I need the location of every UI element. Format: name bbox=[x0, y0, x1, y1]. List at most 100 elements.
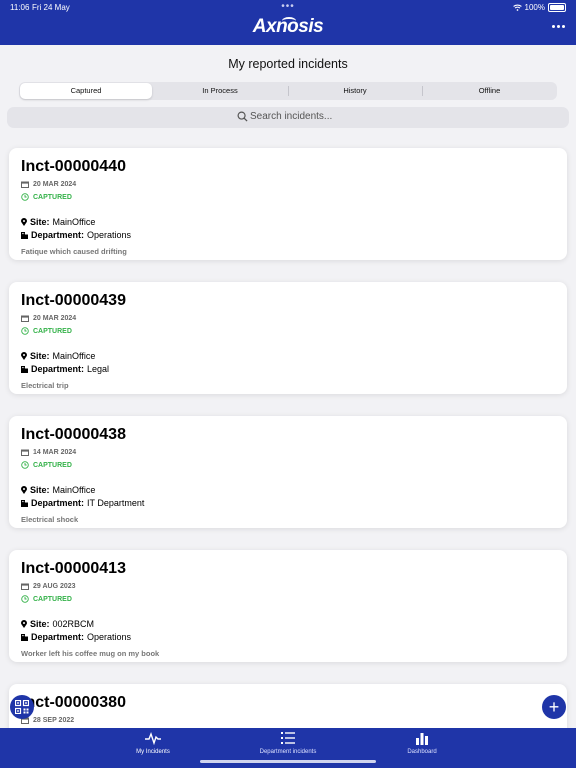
status-time: 11:06 bbox=[10, 3, 30, 12]
incident-site-row: Site: 002RBCM bbox=[21, 619, 94, 629]
incident-status-row: CAPTURED bbox=[21, 461, 72, 469]
incident-id: Inct-00000413 bbox=[21, 560, 126, 577]
incident-description: Worker left his coffee mug on my book bbox=[21, 649, 160, 658]
incident-status: CAPTURED bbox=[33, 193, 72, 201]
battery-percent: 100% bbox=[524, 3, 545, 12]
incident-date: 20 MAR 2024 bbox=[33, 181, 77, 188]
incident-id: Inct-00000439 bbox=[21, 292, 126, 309]
incident-date-row: 29 AUG 2023 bbox=[21, 583, 76, 590]
calendar-icon bbox=[21, 449, 29, 456]
incident-department-row: Department: IT Department bbox=[21, 498, 144, 508]
incident-department: IT Department bbox=[87, 498, 145, 508]
tab-history[interactable]: History bbox=[289, 83, 421, 99]
plus-icon: + bbox=[548, 697, 560, 717]
scan-qr-button[interactable] bbox=[10, 695, 34, 719]
bottom-tab-label: Department incidents bbox=[259, 749, 317, 755]
bottom-tab-bar: My Incidents Department incidents Dashbo… bbox=[0, 728, 576, 768]
calendar-icon bbox=[21, 315, 29, 322]
more-dot bbox=[557, 24, 560, 28]
clock-icon bbox=[21, 193, 29, 201]
bottom-tab-label: My Incidents bbox=[136, 749, 170, 755]
more-dot bbox=[552, 24, 555, 28]
incident-date: 14 MAR 2024 bbox=[33, 449, 77, 456]
site-label: Site: bbox=[30, 351, 50, 361]
department-label: Department: bbox=[31, 632, 85, 642]
incident-date: 20 MAR 2024 bbox=[33, 315, 77, 322]
incident-card[interactable]: Inct-00000440 20 MAR 2024 CAPTURED Site:… bbox=[9, 148, 567, 260]
location-pin-icon bbox=[21, 486, 27, 494]
location-pin-icon bbox=[21, 620, 27, 628]
calendar-icon bbox=[21, 181, 29, 188]
clock-icon bbox=[21, 461, 29, 469]
incident-department-row: Department: Legal bbox=[21, 364, 109, 374]
bottom-tab-my-incidents[interactable]: My Incidents bbox=[93, 731, 213, 755]
incident-card[interactable]: Inct-00000413 29 AUG 2023 CAPTURED Site:… bbox=[9, 550, 567, 662]
clock-icon bbox=[21, 327, 29, 335]
more-dot bbox=[562, 24, 565, 28]
site-label: Site: bbox=[30, 485, 50, 495]
tab-captured[interactable]: Captured bbox=[20, 83, 152, 99]
building-icon bbox=[21, 634, 28, 641]
incident-date: 28 SEP 2022 bbox=[33, 717, 75, 724]
site-label: Site: bbox=[30, 217, 50, 227]
location-pin-icon bbox=[21, 352, 27, 360]
incident-site-row: Site: MainOffice bbox=[21, 351, 95, 361]
incident-card[interactable]: Inct-00000439 20 MAR 2024 CAPTURED Site:… bbox=[9, 282, 567, 394]
multitasking-dots-icon[interactable]: ••• bbox=[281, 1, 295, 12]
incident-status: CAPTURED bbox=[33, 595, 72, 603]
status-bar: 11:06 Fri 24 May ••• 100% bbox=[10, 1, 566, 15]
incident-description: Electrical shock bbox=[21, 515, 79, 524]
bar-chart-icon bbox=[416, 733, 428, 745]
incident-date: 29 AUG 2023 bbox=[33, 583, 76, 590]
building-icon bbox=[21, 500, 28, 507]
department-label: Department: bbox=[31, 364, 85, 374]
tab-in-process[interactable]: In Process bbox=[154, 83, 286, 99]
incident-department: Operations bbox=[87, 230, 132, 240]
incident-description: Fatique which caused drifting bbox=[21, 247, 127, 256]
status-segmented-control: Captured In Process History Offline bbox=[19, 82, 557, 100]
incident-department: Legal bbox=[87, 364, 110, 374]
incident-status: CAPTURED bbox=[33, 327, 72, 335]
bottom-tab-dashboard[interactable]: Dashboard bbox=[362, 731, 482, 755]
bottom-tab-label: Dashboard bbox=[407, 749, 437, 755]
clock-icon bbox=[21, 595, 29, 603]
pulse-icon bbox=[145, 731, 161, 746]
search-bar[interactable]: Search incidents... bbox=[7, 107, 569, 128]
incident-site: 002RBCM bbox=[52, 619, 95, 629]
incident-site-row: Site: MainOffice bbox=[21, 485, 95, 495]
incident-department-row: Department: Operations bbox=[21, 632, 131, 642]
search-icon bbox=[237, 111, 248, 122]
incident-site-row: Site: MainOffice bbox=[21, 217, 95, 227]
page-title: My reported incidents bbox=[228, 57, 348, 71]
incident-date-row: 20 MAR 2024 bbox=[21, 181, 76, 188]
calendar-icon bbox=[21, 583, 29, 590]
building-icon bbox=[21, 366, 28, 373]
qr-code-icon bbox=[15, 700, 29, 714]
incident-site: MainOffice bbox=[52, 217, 96, 227]
incident-status: CAPTURED bbox=[33, 461, 72, 469]
location-pin-icon bbox=[21, 218, 27, 226]
status-date: Fri 24 May bbox=[32, 3, 70, 12]
department-label: Department: bbox=[31, 230, 85, 240]
wifi-icon bbox=[512, 4, 522, 11]
search-input[interactable]: Search incidents... bbox=[250, 111, 332, 122]
incident-id: Inct-00000380 bbox=[21, 694, 126, 711]
incident-date-row: 14 MAR 2024 bbox=[21, 449, 76, 456]
tab-offline[interactable]: Offline bbox=[423, 83, 556, 99]
site-label: Site: bbox=[30, 619, 50, 629]
incident-status-row: CAPTURED bbox=[21, 193, 72, 201]
more-menu-button[interactable] bbox=[552, 22, 568, 30]
incident-card[interactable]: Inct-00000438 14 MAR 2024 CAPTURED Site:… bbox=[9, 416, 567, 528]
incident-description: Electrical trip bbox=[21, 381, 69, 390]
bottom-tab-department-incidents[interactable]: Department incidents bbox=[228, 731, 348, 755]
incident-card[interactable]: Inct-00000380 28 SEP 2022 bbox=[9, 684, 567, 728]
incident-site: MainOffice bbox=[52, 351, 96, 361]
incident-id: Inct-00000440 bbox=[21, 158, 126, 175]
building-icon bbox=[21, 232, 28, 239]
incident-status-row: CAPTURED bbox=[21, 595, 72, 603]
incident-date-row: 28 SEP 2022 bbox=[21, 717, 74, 724]
battery-icon bbox=[548, 3, 566, 12]
home-indicator[interactable] bbox=[200, 760, 376, 763]
add-incident-button[interactable]: + bbox=[542, 695, 566, 719]
main-content[interactable]: My reported incidents Captured In Proces… bbox=[0, 45, 576, 728]
